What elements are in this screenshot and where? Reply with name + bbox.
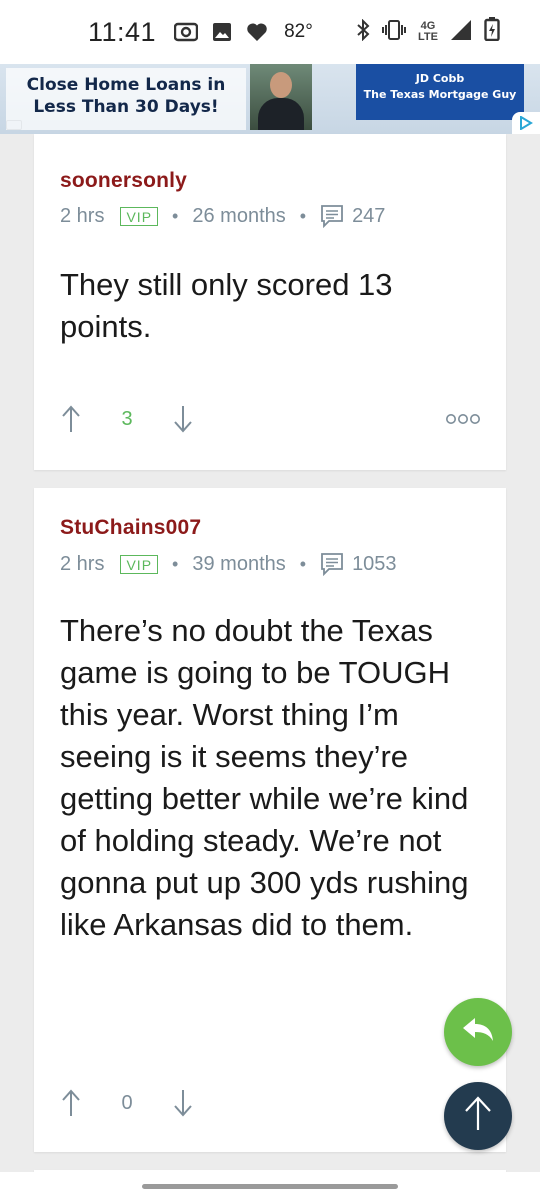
comment-icon (320, 204, 344, 228)
arrow-up-icon (463, 1095, 493, 1137)
network-type: 4G LTE (418, 21, 438, 43)
screen: 11:41 82° 4G LTE Close Home Loans in Les… (0, 0, 540, 1200)
meta-separator: • (299, 553, 307, 574)
post-count: 1053 (352, 552, 397, 575)
post-count: 247 (352, 204, 386, 227)
downvote-arrow-icon[interactable] (172, 1089, 194, 1117)
comment-body: They still only scored 13 points. (60, 267, 393, 344)
comment-body: There’s no doubt the Texas game is going… (60, 613, 469, 942)
post-card: StuChains007 2 hrs VIP • 39 months • 105… (34, 488, 506, 1152)
vote-count: 0 (121, 1091, 133, 1114)
heart-icon (246, 22, 268, 42)
vibrate-icon (382, 17, 407, 48)
vote-count: 3 (121, 407, 133, 430)
ad-photo-head (270, 72, 292, 98)
ad-cta[interactable]: JD Cobb The Texas Mortgage Guy (356, 64, 524, 120)
ad-banner[interactable]: Close Home Loans in Less Than 30 Days! J… (0, 64, 540, 134)
vote-row: 3 (60, 402, 480, 436)
home-gesture-handle[interactable] (142, 1184, 398, 1189)
network-lte: LTE (418, 31, 438, 43)
ad-headline-line2: Less Than 30 Days! (33, 97, 219, 117)
meta-separator: • (299, 205, 307, 226)
more-options-icon[interactable] (446, 412, 480, 426)
status-time: 11:41 (88, 16, 157, 47)
post-time: 2 hrs (60, 552, 105, 575)
status-right: 4G LTE (356, 16, 500, 48)
post-username[interactable]: StuChains007 (60, 516, 201, 540)
navigation-bar (0, 1172, 540, 1200)
post-meta: 2 hrs VIP • 39 months • 1053 (60, 550, 397, 578)
radio-icon (174, 22, 199, 42)
vip-badge: VIP (120, 554, 159, 574)
ad-photo (250, 64, 312, 130)
status-bar: 11:41 82° 4G LTE (0, 0, 540, 64)
upvote-arrow-icon[interactable] (60, 405, 82, 433)
member-tenure: 26 months (192, 204, 286, 227)
downvote-arrow-icon[interactable] (172, 405, 194, 433)
post-time: 2 hrs (60, 204, 105, 227)
ad-headline-line1: Close Home Loans in (26, 75, 226, 95)
adchoices-icon[interactable] (512, 112, 540, 134)
battery-icon (484, 16, 500, 48)
ad-headline: Close Home Loans in Less Than 30 Days! (6, 68, 246, 130)
member-tenure: 39 months (192, 552, 286, 575)
vip-badge: VIP (120, 206, 159, 226)
status-temperature: 82° (284, 21, 313, 42)
meta-separator: • (172, 553, 179, 574)
signal-icon (450, 17, 472, 48)
comment-icon (320, 552, 344, 576)
ad-tagline: The Texas Mortgage Guy (363, 88, 517, 101)
reply-button[interactable] (444, 998, 512, 1066)
meta-separator: • (172, 205, 179, 226)
vote-row: 0 (60, 1086, 480, 1120)
post-meta: 2 hrs VIP • 26 months • 247 (60, 202, 385, 230)
ad-advertiser: JD Cobb (415, 72, 465, 85)
post-card: soonersonly 2 hrs VIP • 26 months • 247 … (34, 134, 506, 470)
scroll-to-top-button[interactable] (444, 1082, 512, 1150)
reply-icon (461, 1016, 495, 1049)
post-username[interactable]: soonersonly (60, 169, 187, 193)
upvote-arrow-icon[interactable] (60, 1089, 82, 1117)
gallery-icon (212, 22, 232, 42)
ad-photo-body (258, 98, 304, 130)
bluetooth-icon (356, 17, 370, 48)
